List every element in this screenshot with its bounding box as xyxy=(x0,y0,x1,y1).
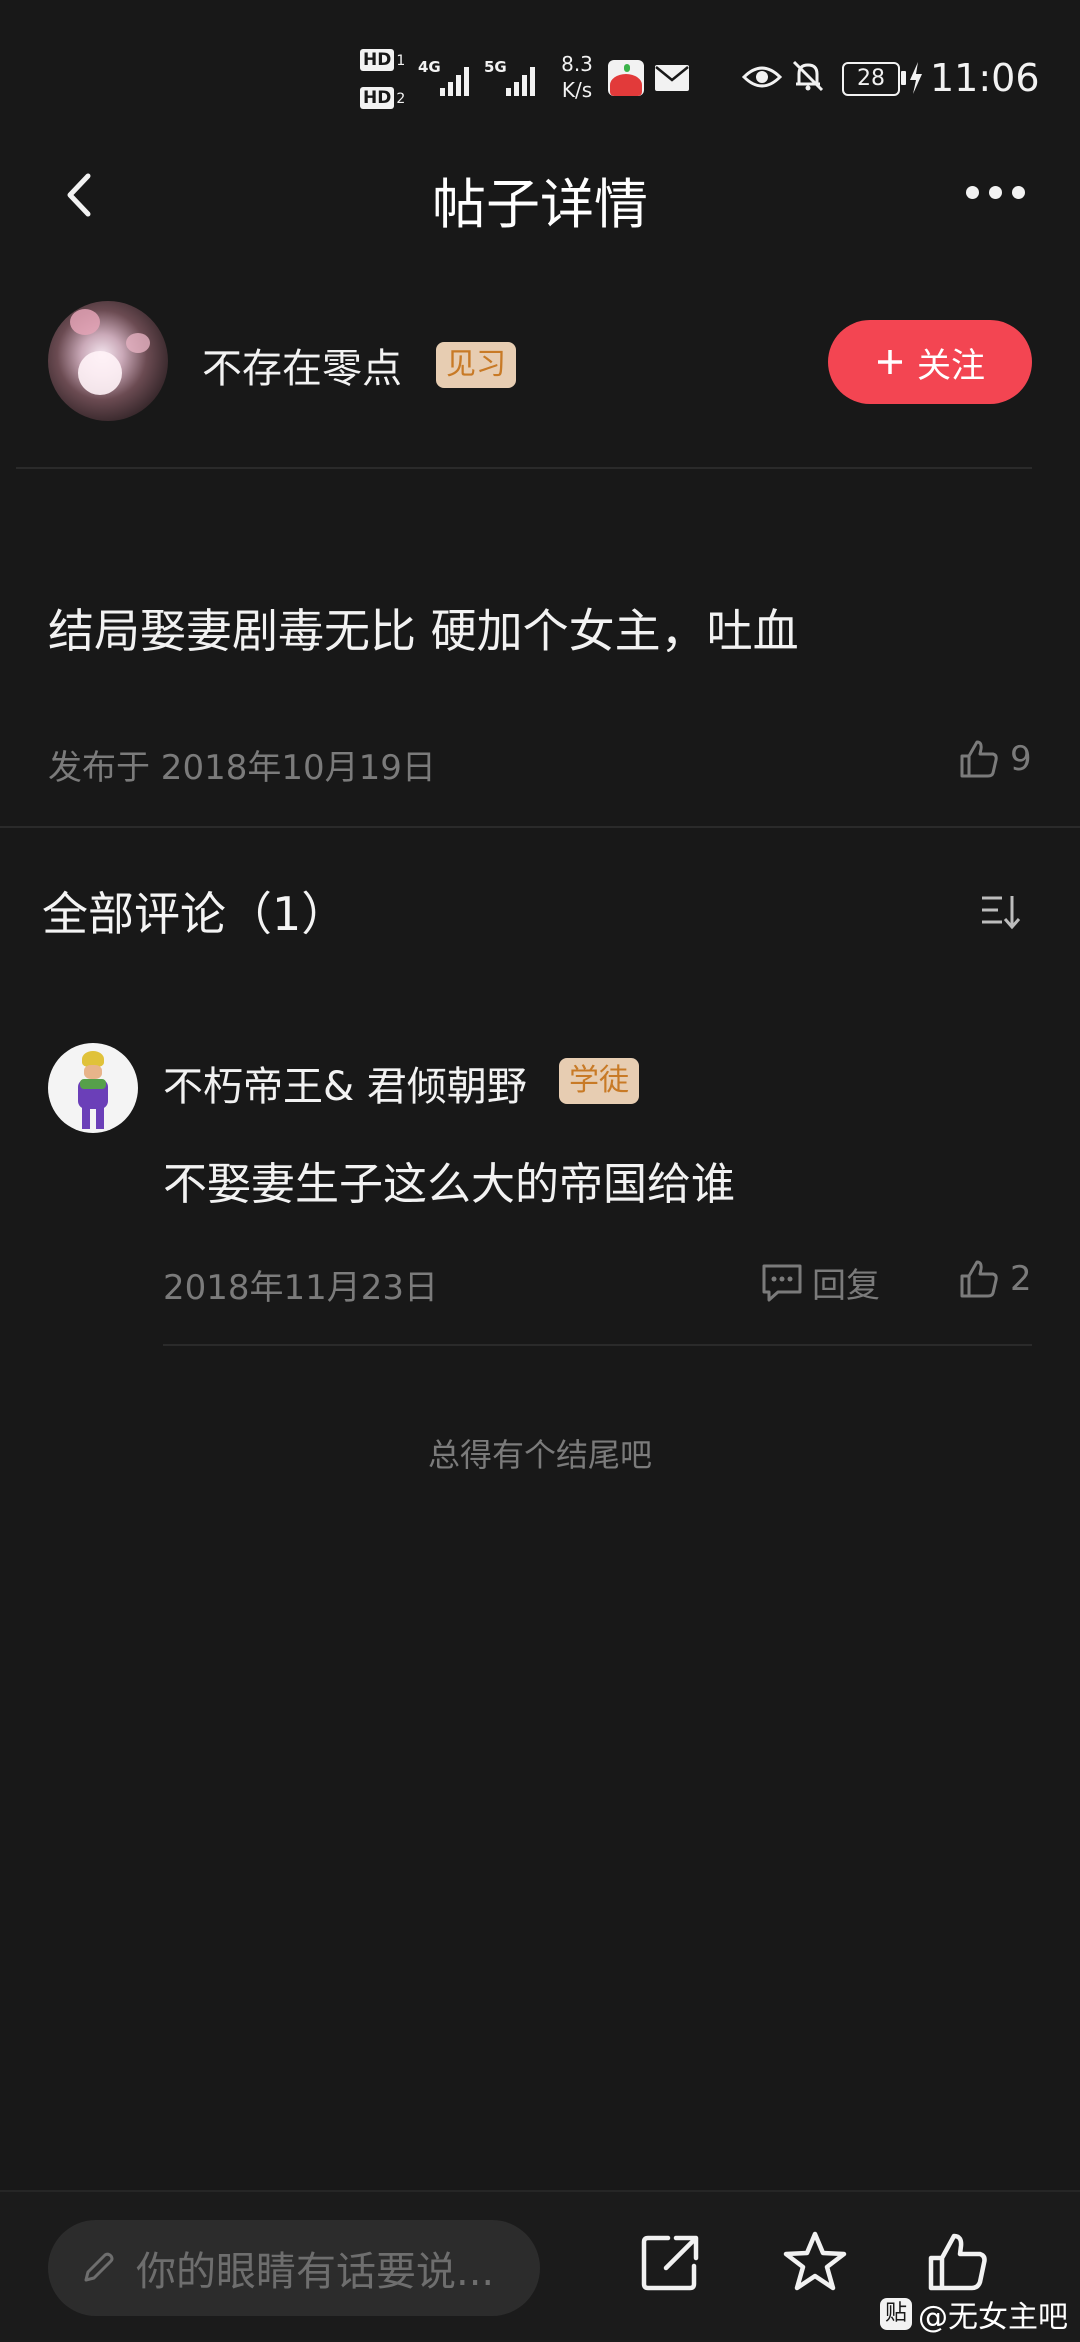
commenter-avatar[interactable] xyxy=(48,1043,138,1133)
share-icon[interactable] xyxy=(640,2232,702,2294)
post-like-count: 9 xyxy=(1010,739,1032,779)
comments-heading: 全部评论（1） xyxy=(42,887,348,941)
comment-text: 不娶妻生子这么大的帝国给谁 xyxy=(163,1159,735,1210)
plus-icon xyxy=(878,350,902,374)
tieba-logo-icon: 贴 xyxy=(880,2298,912,2330)
status-bar: HD 1 HD 2 4G 5G 8.3 K/s 28 11:06 xyxy=(0,0,1080,150)
clock: 11:06 xyxy=(930,56,1040,100)
like-icon xyxy=(960,740,998,778)
divider xyxy=(16,467,1032,469)
comment-like-button[interactable]: 2 xyxy=(958,1258,1032,1300)
commenter-badge: 学徒 xyxy=(559,1058,639,1104)
like-icon xyxy=(960,1260,998,1298)
app-notification-icon xyxy=(608,60,644,96)
author-badge: 见习 xyxy=(436,342,516,388)
comment-divider xyxy=(163,1344,1032,1346)
sort-icon[interactable] xyxy=(980,892,1024,932)
follow-button[interactable]: 关注 xyxy=(828,320,1032,404)
mail-icon xyxy=(655,65,689,91)
charging-icon xyxy=(910,62,922,94)
commenter-name[interactable]: 不朽帝王& 君倾朝野 xyxy=(163,1054,527,1112)
battery-icon: 28 xyxy=(842,62,900,96)
comment-input[interactable]: 你的眼睛有话要说... xyxy=(48,2220,540,2316)
more-icon[interactable] xyxy=(966,186,1025,199)
section-divider xyxy=(0,826,1080,828)
eye-icon xyxy=(742,66,782,88)
header: 帖子详情 xyxy=(0,150,1080,270)
end-of-list-text: 总得有个结尾吧 xyxy=(427,1436,652,1474)
post-like-button[interactable]: 9 xyxy=(958,738,1032,780)
reply-icon xyxy=(762,1264,802,1301)
star-icon[interactable] xyxy=(782,2230,848,2294)
reply-button[interactable]: 回复 xyxy=(760,1258,880,1307)
page-title: 帖子详情 xyxy=(432,173,648,236)
author-name[interactable]: 不存在零点 xyxy=(202,336,402,394)
hd2-indicator: HD 2 xyxy=(360,87,405,109)
watermark-text: @无女主吧 xyxy=(918,2300,1068,2335)
author-avatar[interactable] xyxy=(48,301,168,421)
post-content: 结局娶妻剧毒无比 硬加个女主，吐血 xyxy=(48,604,799,658)
pencil-icon xyxy=(84,2252,114,2282)
comment-like-count: 2 xyxy=(1010,1259,1032,1299)
battery-tip xyxy=(901,71,906,85)
post-date: 发布于 2018年10月19日 xyxy=(48,748,436,788)
comment-date: 2018年11月23日 xyxy=(163,1268,439,1308)
hd1-indicator: HD 1 xyxy=(360,49,405,71)
comment-input-placeholder: 你的眼睛有话要说... xyxy=(136,2249,495,2295)
thumb-up-icon[interactable] xyxy=(926,2230,990,2294)
follow-label: 关注 xyxy=(917,345,985,386)
net-speed: 8.3 K/s xyxy=(561,52,593,102)
bell-off-icon xyxy=(792,60,824,92)
reply-label: 回复 xyxy=(812,1266,880,1306)
watermark: 贴 @无女主吧 xyxy=(880,2292,1068,2336)
